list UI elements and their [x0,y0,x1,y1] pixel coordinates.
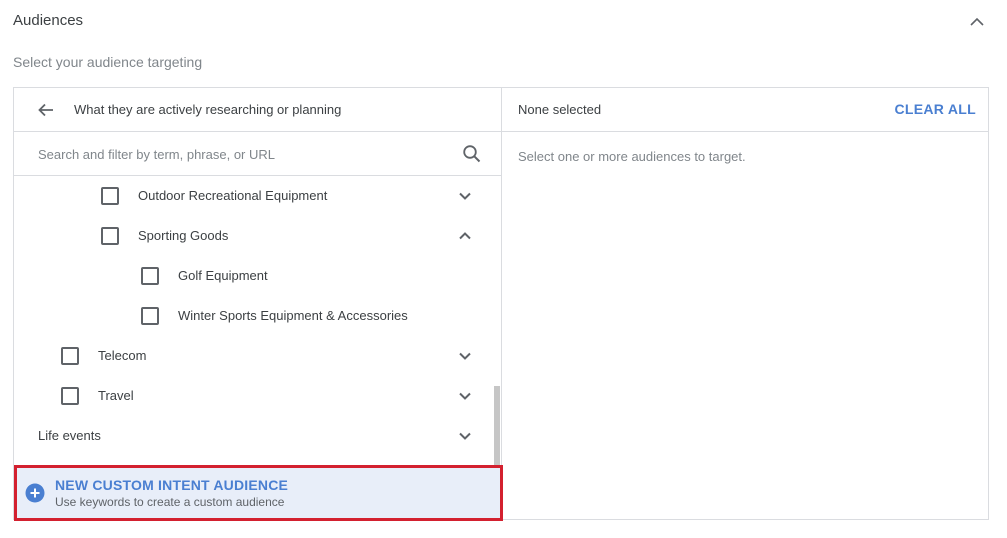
list-item-life-events[interactable]: Life events [14,416,492,456]
clear-all-button[interactable]: CLEAR ALL [894,101,976,117]
list-item-label: Travel [98,388,134,403]
checkbox[interactable] [101,227,119,245]
chevron-up-icon[interactable] [967,12,987,32]
selected-pane: None selected CLEAR ALL Select one or mo… [502,88,988,519]
list-item-golf-equipment: Golf Equipment [14,256,492,296]
chevron-up-icon[interactable] [455,226,475,246]
checkbox[interactable] [141,307,159,325]
list-item-label: Life events [38,428,101,443]
list-item-label: Golf Equipment [178,268,268,283]
list-item-sporting-goods: Sporting Goods [14,216,492,256]
search-icon[interactable] [462,144,482,164]
audience-panel: What they are actively researching or pl… [13,87,989,520]
checkbox[interactable] [101,187,119,205]
selection-status: None selected [518,102,602,117]
section-subtitle: Select your audience targeting [13,54,203,70]
list-item-label: Telecom [98,348,147,363]
list-item-label: Sporting Goods [138,228,229,243]
checkbox[interactable] [141,267,159,285]
list-item-winter-sports-equipment: Winter Sports Equipment & Accessories [14,296,492,336]
new-audience-title: NEW CUSTOM INTENT AUDIENCE [55,477,289,493]
list-item-outdoor-recreational-equipment: Outdoor Recreational Equipment [14,176,492,216]
plus-circle-icon [25,483,45,503]
audience-list: Outdoor Recreational Equipment Sporting … [14,176,501,466]
list-item-label: Outdoor Recreational Equipment [138,188,328,203]
checkbox[interactable] [61,347,79,365]
chevron-down-icon[interactable] [455,426,475,446]
scrollbar-thumb[interactable] [494,386,500,466]
chevron-down-icon[interactable] [455,346,475,366]
search-input[interactable] [38,142,448,166]
arrow-back-icon[interactable] [36,100,56,120]
chevron-down-icon[interactable] [455,386,475,406]
section-title: Audiences [13,12,84,29]
selection-hint: Select one or more audiences to target. [518,149,746,164]
list-item-label: Winter Sports Equipment & Accessories [178,308,408,323]
search-bar [14,132,501,176]
browse-header-title: What they are actively researching or pl… [74,102,342,117]
new-audience-subtitle: Use keywords to create a custom audience [55,495,285,509]
browse-pane: What they are actively researching or pl… [14,88,502,519]
browse-header: What they are actively researching or pl… [14,88,501,132]
list-item-telecom: Telecom [14,336,492,376]
selected-header: None selected CLEAR ALL [502,88,988,132]
list-item-travel: Travel [14,376,492,416]
checkbox[interactable] [61,387,79,405]
chevron-down-icon[interactable] [455,186,475,206]
new-custom-intent-audience-button[interactable]: NEW CUSTOM INTENT AUDIENCE Use keywords … [15,467,501,519]
